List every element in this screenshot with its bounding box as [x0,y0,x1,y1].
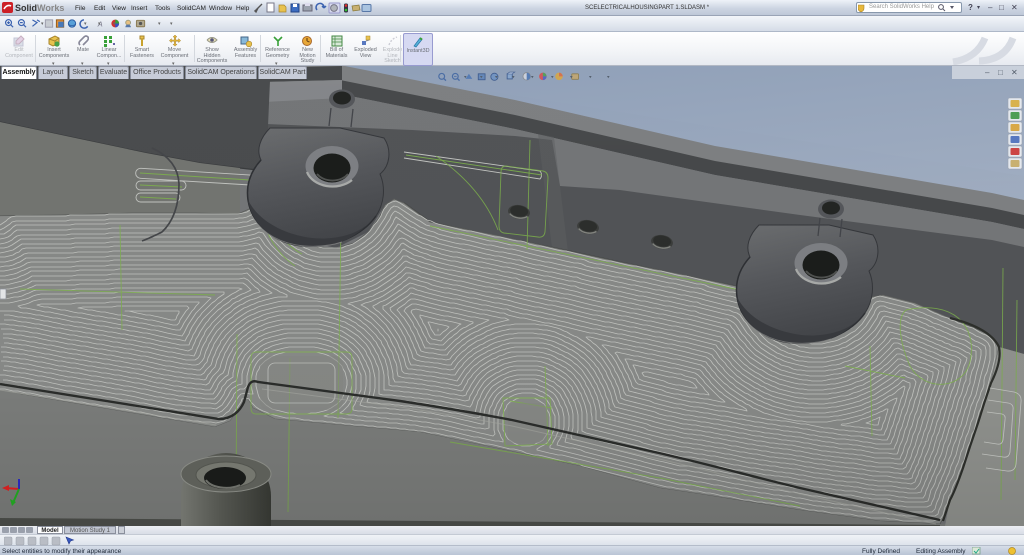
svg-text:□: □ [998,68,1003,77]
svg-text:✕: ✕ [1011,68,1018,77]
svg-text:–: – [985,68,990,77]
svg-text:SolidWorks: SolidWorks [15,3,64,13]
